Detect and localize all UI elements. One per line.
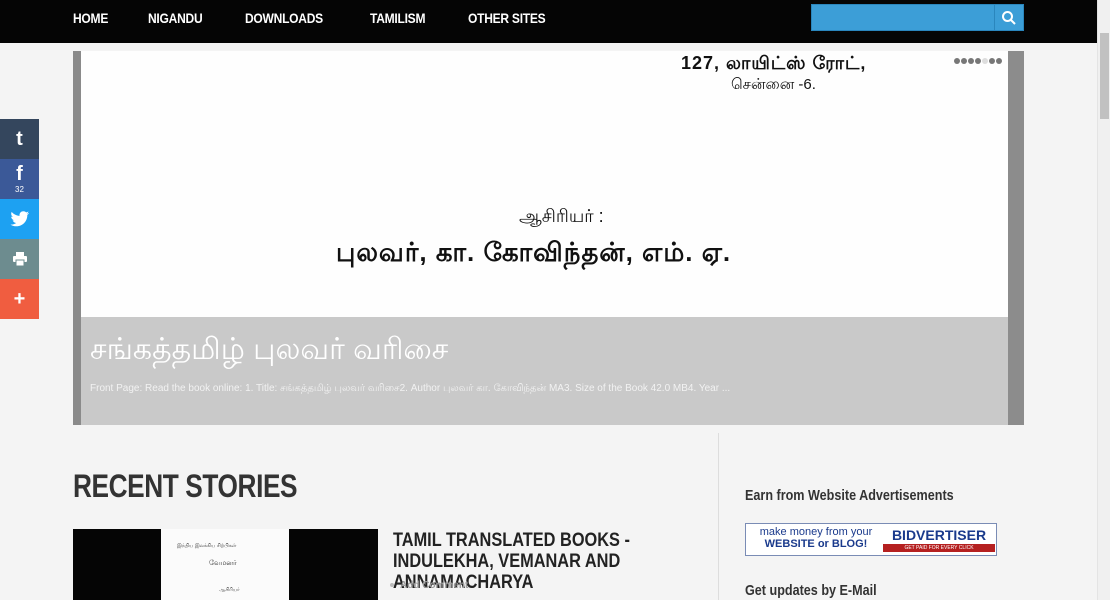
search-button[interactable] xyxy=(994,4,1024,31)
slider-dot[interactable] xyxy=(975,58,981,64)
slider-dot[interactable] xyxy=(968,58,974,64)
twitter-icon xyxy=(10,211,29,227)
banner-brand-block: BIDVERTISER GET PAID FOR EVERY CLICK xyxy=(883,527,995,552)
nav-nigandu[interactable]: NIGANDU xyxy=(148,10,203,26)
bullet-icon xyxy=(390,583,394,588)
story-comment-link[interactable]: Add Comment xyxy=(390,580,468,591)
ad-widget-title: Earn from Website Advertisements xyxy=(745,487,954,504)
column-divider xyxy=(718,433,719,600)
page-scrollbar[interactable] xyxy=(1097,0,1110,600)
scan-author-name: புலவர், கா. கோவிந்தன், எம். ஏ. xyxy=(336,237,732,267)
print-share-button[interactable] xyxy=(0,239,39,279)
slider-dot-active[interactable] xyxy=(982,58,988,64)
facebook-icon: f xyxy=(16,163,23,185)
nav-downloads[interactable]: DOWNLOADS xyxy=(245,10,323,26)
slide-edge xyxy=(1008,51,1024,425)
more-share-button[interactable]: + xyxy=(0,279,39,319)
scan-author-label: ஆசிரியர் : xyxy=(519,206,604,226)
featured-slider[interactable]: 127, லாயிட்ஸ் ரோட், சென்னை -6. ஆசிரியர் … xyxy=(73,51,1024,425)
slide-caption: சங்கத்தமிழ் புலவர் வரிசை Front Page: Rea… xyxy=(81,317,1008,425)
print-icon xyxy=(12,252,27,266)
bidvertiser-banner[interactable]: make money from your WEBSITE or BLOG! BI… xyxy=(745,523,997,556)
tumblr-share-button[interactable]: t xyxy=(0,119,39,159)
thumbnail-title-text: வேமனர் xyxy=(209,560,237,567)
nav-other-sites[interactable]: OTHER SITES xyxy=(468,10,546,26)
twitter-share-button[interactable] xyxy=(0,199,39,239)
scan-address: 127, லாயிட்ஸ் ரோட், xyxy=(681,53,867,73)
nav-home[interactable]: HOME xyxy=(73,10,108,26)
slide-title[interactable]: சங்கத்தமிழ் புலவர் வரிசை xyxy=(90,333,448,371)
top-navbar: HOME NIGANDU DOWNLOADS TAMILISM OTHER SI… xyxy=(0,0,1097,43)
banner-line-2: WEBSITE or BLOG! xyxy=(764,538,868,550)
thumbnail-author-text: ஆசிரியர் xyxy=(219,587,240,593)
search-input[interactable] xyxy=(811,4,995,31)
main-menu: HOME NIGANDU DOWNLOADS TAMILISM OTHER SI… xyxy=(73,0,592,36)
facebook-share-button[interactable]: f 32 xyxy=(0,159,39,199)
tumblr-icon: t xyxy=(16,128,23,150)
facebook-share-count: 32 xyxy=(15,185,24,194)
email-widget-title: Get updates by E-Mail xyxy=(745,582,877,599)
scrollbar-thumb[interactable] xyxy=(1100,33,1109,119)
thumbnail-cover: இந்திய இலக்கிய சிற்பிகள் வேமனர் ஆசிரியர் xyxy=(161,529,289,600)
slider-dot[interactable] xyxy=(954,58,960,64)
comment-label: Add Comment xyxy=(400,580,469,591)
banner-tagline: make money from your WEBSITE or BLOG! xyxy=(750,526,882,550)
slider-dot[interactable] xyxy=(996,58,1002,64)
share-sidebar: t f 32 + xyxy=(0,119,39,319)
slide-excerpt: Front Page: Read the book online: 1. Tit… xyxy=(90,383,731,394)
nav-tamilism[interactable]: TAMILISM xyxy=(370,10,425,26)
story-thumbnail[interactable]: இந்திய இலக்கிய சிற்பிகள் வேமனர் ஆசிரியர் xyxy=(73,529,378,600)
recent-stories-heading: RECENT STORIES xyxy=(73,468,298,504)
thumbnail-series-text: இந்திய இலக்கிய சிற்பிகள் xyxy=(177,543,237,549)
banner-line-1: make money from your xyxy=(759,526,873,538)
slider-dot[interactable] xyxy=(989,58,995,64)
slider-dots xyxy=(954,58,1002,64)
slider-dot[interactable] xyxy=(961,58,967,64)
scan-city: சென்னை -6. xyxy=(731,76,816,93)
search-icon xyxy=(1002,10,1016,25)
more-icon: + xyxy=(13,288,26,310)
banner-brand: BIDVERTISER xyxy=(891,527,987,543)
banner-subtitle: GET PAID FOR EVERY CLICK xyxy=(883,544,995,552)
